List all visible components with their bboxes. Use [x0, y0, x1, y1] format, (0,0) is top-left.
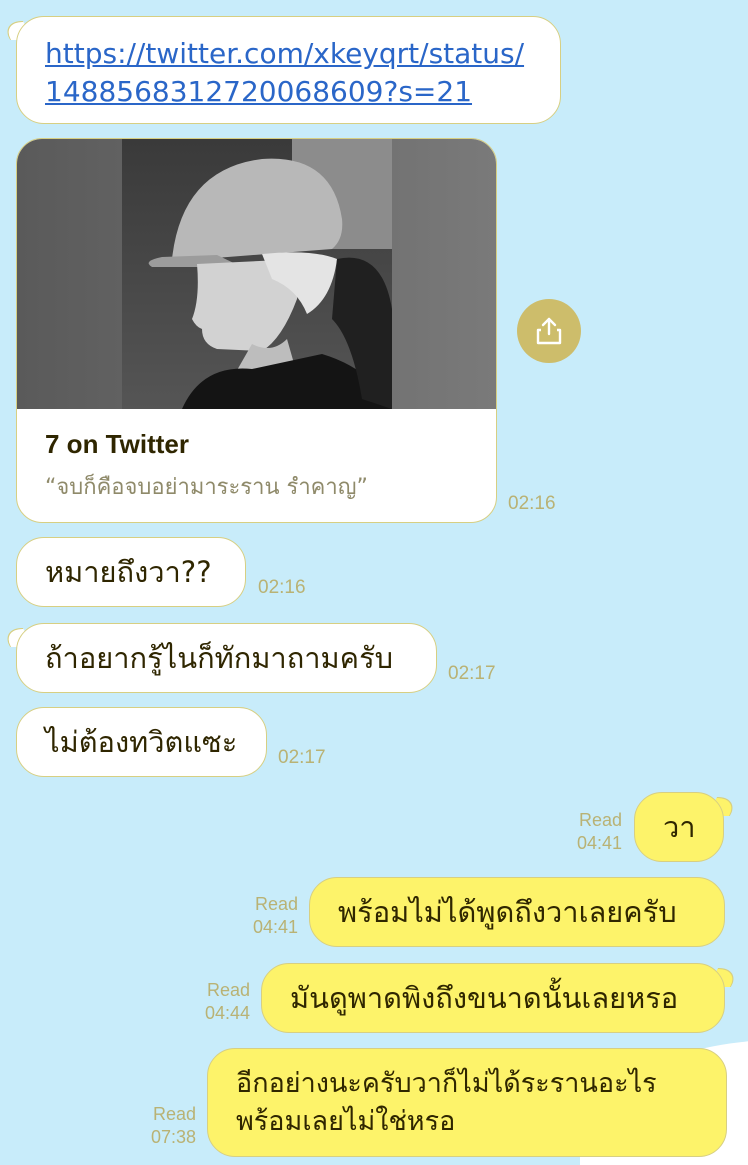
link-message-bubble[interactable]: https://twitter.com/xkeyqrt/status/ 1488… — [16, 16, 561, 124]
tweet-link-line1[interactable]: https://twitter.com/xkeyqrt/status/ — [45, 35, 560, 73]
outgoing-message[interactable]: มันดูพาดพิงถึงขนาดนั้นเลยหรอ — [261, 963, 725, 1033]
outgoing-message[interactable]: วา — [634, 792, 724, 862]
message-text-line1: อีกอย่างนะครับวาก็ไม่ได้ระรานอะไร — [236, 1068, 657, 1099]
read-status: Read — [254, 894, 298, 914]
message-text: มันดูพาดพิงถึงขนาดนั้นเลยหรอ — [290, 981, 679, 1015]
message-text-line2: พร้อมเลยไม่ใช่หรอ — [236, 1106, 456, 1137]
message-timestamp: 02:17 — [278, 747, 326, 768]
read-status: Read — [206, 980, 250, 1000]
preview-photo — [122, 139, 392, 409]
incoming-message[interactable]: หมายถึงวา?? — [16, 537, 246, 607]
message-text: ไม่ต้องทวิตแซะ — [45, 725, 238, 759]
message-text: ถ้าอยากรู้ไนก็ทักมาถามครับ — [45, 641, 394, 675]
link-preview-card[interactable]: 7 on Twitter “จบก็คือจบอย่ามาระราน รำคาญ… — [16, 138, 497, 523]
preview-title: 7 on Twitter — [45, 429, 189, 459]
preview-description: “จบก็คือจบอย่ามาระราน รำคาญ” — [45, 475, 368, 500]
read-receipt: Read 04:44 — [168, 979, 250, 1025]
read-status: Read — [152, 1104, 196, 1124]
tweet-link-line2[interactable]: 1488568312720068609?s=21 — [45, 73, 560, 111]
read-receipt: Read 04:41 — [216, 893, 298, 939]
incoming-message[interactable]: ถ้าอยากรู้ไนก็ทักมาถามครับ — [16, 623, 437, 693]
read-receipt: Read 07:38 — [114, 1103, 196, 1149]
preview-image-area — [17, 139, 496, 409]
message-timestamp: 04:41 — [252, 917, 298, 937]
outgoing-message[interactable]: พร้อมไม่ได้พูดถึงวาเลยครับ — [309, 877, 725, 947]
message-timestamp: 02:17 — [448, 663, 496, 684]
chat-area[interactable]: https://twitter.com/xkeyqrt/status/ 1488… — [0, 0, 748, 1165]
share-button[interactable] — [517, 299, 581, 363]
message-text: วา — [663, 810, 696, 844]
read-receipt: Read 04:41 — [540, 809, 622, 855]
share-icon — [536, 317, 562, 345]
message-timestamp: 04:44 — [204, 1003, 250, 1023]
message-text: พร้อมไม่ได้พูดถึงวาเลยครับ — [338, 895, 677, 929]
message-text: หมายถึงวา?? — [45, 555, 212, 589]
message-timestamp: 02:16 — [258, 577, 306, 598]
message-timestamp: 07:38 — [150, 1127, 196, 1147]
message-timestamp: 04:41 — [576, 833, 622, 853]
outgoing-message[interactable]: อีกอย่างนะครับวาก็ไม่ได้ระรานอะไร พร้อมเ… — [207, 1048, 727, 1157]
read-status: Read — [578, 810, 622, 830]
incoming-message[interactable]: ไม่ต้องทวิตแซะ — [16, 707, 267, 777]
preview-timestamp: 02:16 — [508, 493, 556, 514]
